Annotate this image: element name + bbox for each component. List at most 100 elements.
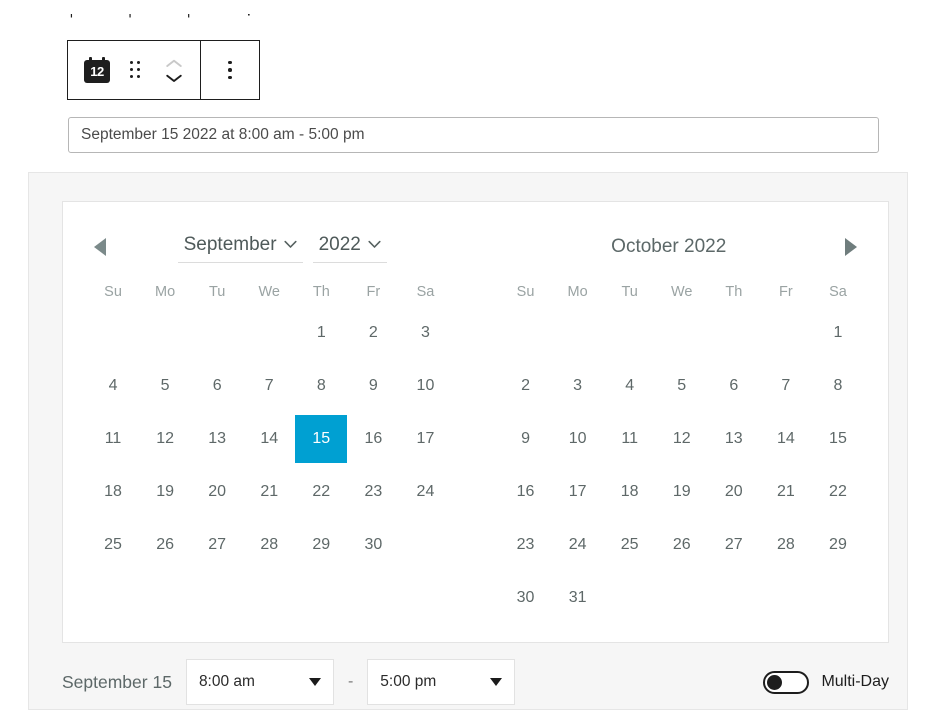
day-cell[interactable]: 13: [191, 412, 243, 465]
day-number: 17: [568, 482, 587, 500]
day-cell[interactable]: 14: [760, 412, 812, 465]
day-cell[interactable]: 2: [500, 359, 552, 412]
chevron-up-icon[interactable]: [165, 56, 183, 70]
day-cell[interactable]: 6: [708, 359, 760, 412]
day-number-empty: [656, 309, 708, 357]
month-year-selects: September 2022: [113, 232, 452, 263]
day-cell[interactable]: 19: [656, 465, 708, 518]
day-cell[interactable]: 17: [552, 465, 604, 518]
day-cell[interactable]: 16: [347, 412, 399, 465]
day-number: 3: [421, 323, 430, 341]
day-cell[interactable]: 30: [500, 571, 552, 624]
day-number: 10: [416, 376, 435, 394]
day-cell[interactable]: 30: [347, 518, 399, 571]
day-number: 11: [621, 429, 638, 447]
day-cell[interactable]: 5: [656, 359, 708, 412]
day-cell[interactable]: 25: [87, 518, 139, 571]
caret-down-icon: [490, 678, 503, 686]
day-cell[interactable]: 15: [812, 412, 864, 465]
day-number: 6: [212, 376, 222, 394]
end-time-select[interactable]: 5:00 pm: [367, 659, 516, 705]
start-time-select[interactable]: 8:00 am: [185, 659, 334, 705]
day-cell[interactable]: 13: [708, 412, 760, 465]
day-cell[interactable]: 4: [87, 359, 139, 412]
day-cell[interactable]: 5: [139, 359, 191, 412]
day-cell[interactable]: 29: [812, 518, 864, 571]
day-cell[interactable]: 16: [500, 465, 552, 518]
day-cell[interactable]: 21: [760, 465, 812, 518]
day-cell[interactable]: 28: [760, 518, 812, 571]
day-cell[interactable]: 7: [243, 359, 295, 412]
day-cell[interactable]: 26: [656, 518, 708, 571]
weekday-label: Th: [312, 284, 330, 300]
day-cell[interactable]: 28: [243, 518, 295, 571]
day-cell[interactable]: 23: [500, 518, 552, 571]
day-cell[interactable]: 18: [87, 465, 139, 518]
day-cell[interactable]: 18: [604, 465, 656, 518]
day-cell[interactable]: 3: [399, 306, 451, 359]
day-cell-empty: [604, 306, 656, 359]
day-cell[interactable]: 12: [139, 412, 191, 465]
day-cell-selected[interactable]: 15: [295, 412, 348, 465]
day-cell[interactable]: 8: [295, 359, 347, 412]
day-cell[interactable]: 29: [295, 518, 347, 571]
month-select[interactable]: September: [177, 232, 303, 263]
day-number: 26: [672, 535, 691, 553]
day-cell[interactable]: 17: [399, 412, 451, 465]
day-cell-empty: [708, 306, 760, 359]
day-cell[interactable]: 10: [552, 412, 604, 465]
weekday-label: Fr: [779, 284, 793, 300]
day-number: 15: [829, 429, 847, 447]
drag-handle-button[interactable]: [116, 47, 154, 93]
day-cell[interactable]: 22: [295, 465, 347, 518]
day-cell[interactable]: 11: [604, 412, 656, 465]
multiday-toggle[interactable]: [763, 670, 810, 694]
prev-month-button[interactable]: [87, 234, 113, 260]
day-cell[interactable]: 25: [604, 518, 656, 571]
calendar-block-icon-button[interactable]: 12: [78, 47, 116, 93]
day-cell[interactable]: 8: [812, 359, 864, 412]
day-cell[interactable]: 10: [399, 359, 451, 412]
day-number-empty: [87, 309, 139, 357]
day-cell[interactable]: 31: [552, 571, 604, 624]
next-month-button[interactable]: [838, 234, 864, 260]
day-cell[interactable]: 11: [87, 412, 139, 465]
day-number-empty: [760, 309, 812, 357]
day-cell[interactable]: 26: [139, 518, 191, 571]
day-cell[interactable]: 19: [139, 465, 191, 518]
day-number: 16: [516, 482, 535, 500]
day-cell[interactable]: 27: [708, 518, 760, 571]
toggle-knob: [767, 674, 783, 690]
day-cell[interactable]: 24: [552, 518, 604, 571]
day-cell[interactable]: 24: [399, 465, 451, 518]
year-select[interactable]: 2022: [312, 232, 387, 263]
weekday-label: Su: [516, 284, 535, 300]
day-cell[interactable]: 4: [604, 359, 656, 412]
more-options-button[interactable]: [211, 47, 249, 93]
chevron-down-icon[interactable]: [165, 71, 183, 85]
day-cell[interactable]: 9: [347, 359, 399, 412]
day-cell[interactable]: 20: [708, 465, 760, 518]
multiday-label: Multi-Day: [821, 673, 889, 690]
day-cell[interactable]: 27: [191, 518, 243, 571]
day-cell[interactable]: 23: [347, 465, 399, 518]
day-number: 31: [568, 588, 587, 606]
move-buttons: [154, 47, 194, 93]
day-cell[interactable]: 14: [243, 412, 295, 465]
day-cell[interactable]: 21: [243, 465, 295, 518]
day-number: 17: [416, 429, 435, 447]
time-range-footer: September 15 8:00 am - 5:00 pm Multi-Day: [62, 657, 889, 707]
day-cell[interactable]: 7: [760, 359, 812, 412]
day-cell[interactable]: 3: [552, 359, 604, 412]
day-cell[interactable]: 22: [812, 465, 864, 518]
day-cell[interactable]: 1: [812, 306, 864, 359]
calendar-icon-number: 12: [90, 64, 104, 79]
day-cell[interactable]: 2: [347, 306, 399, 359]
day-cell[interactable]: 12: [656, 412, 708, 465]
day-cell[interactable]: 6: [191, 359, 243, 412]
day-cell[interactable]: 20: [191, 465, 243, 518]
day-cell[interactable]: 9: [500, 412, 552, 465]
day-cell-empty: [760, 306, 812, 359]
date-range-input[interactable]: September 15 2022 at 8:00 am - 5:00 pm: [68, 117, 879, 153]
day-cell[interactable]: 1: [295, 306, 347, 359]
